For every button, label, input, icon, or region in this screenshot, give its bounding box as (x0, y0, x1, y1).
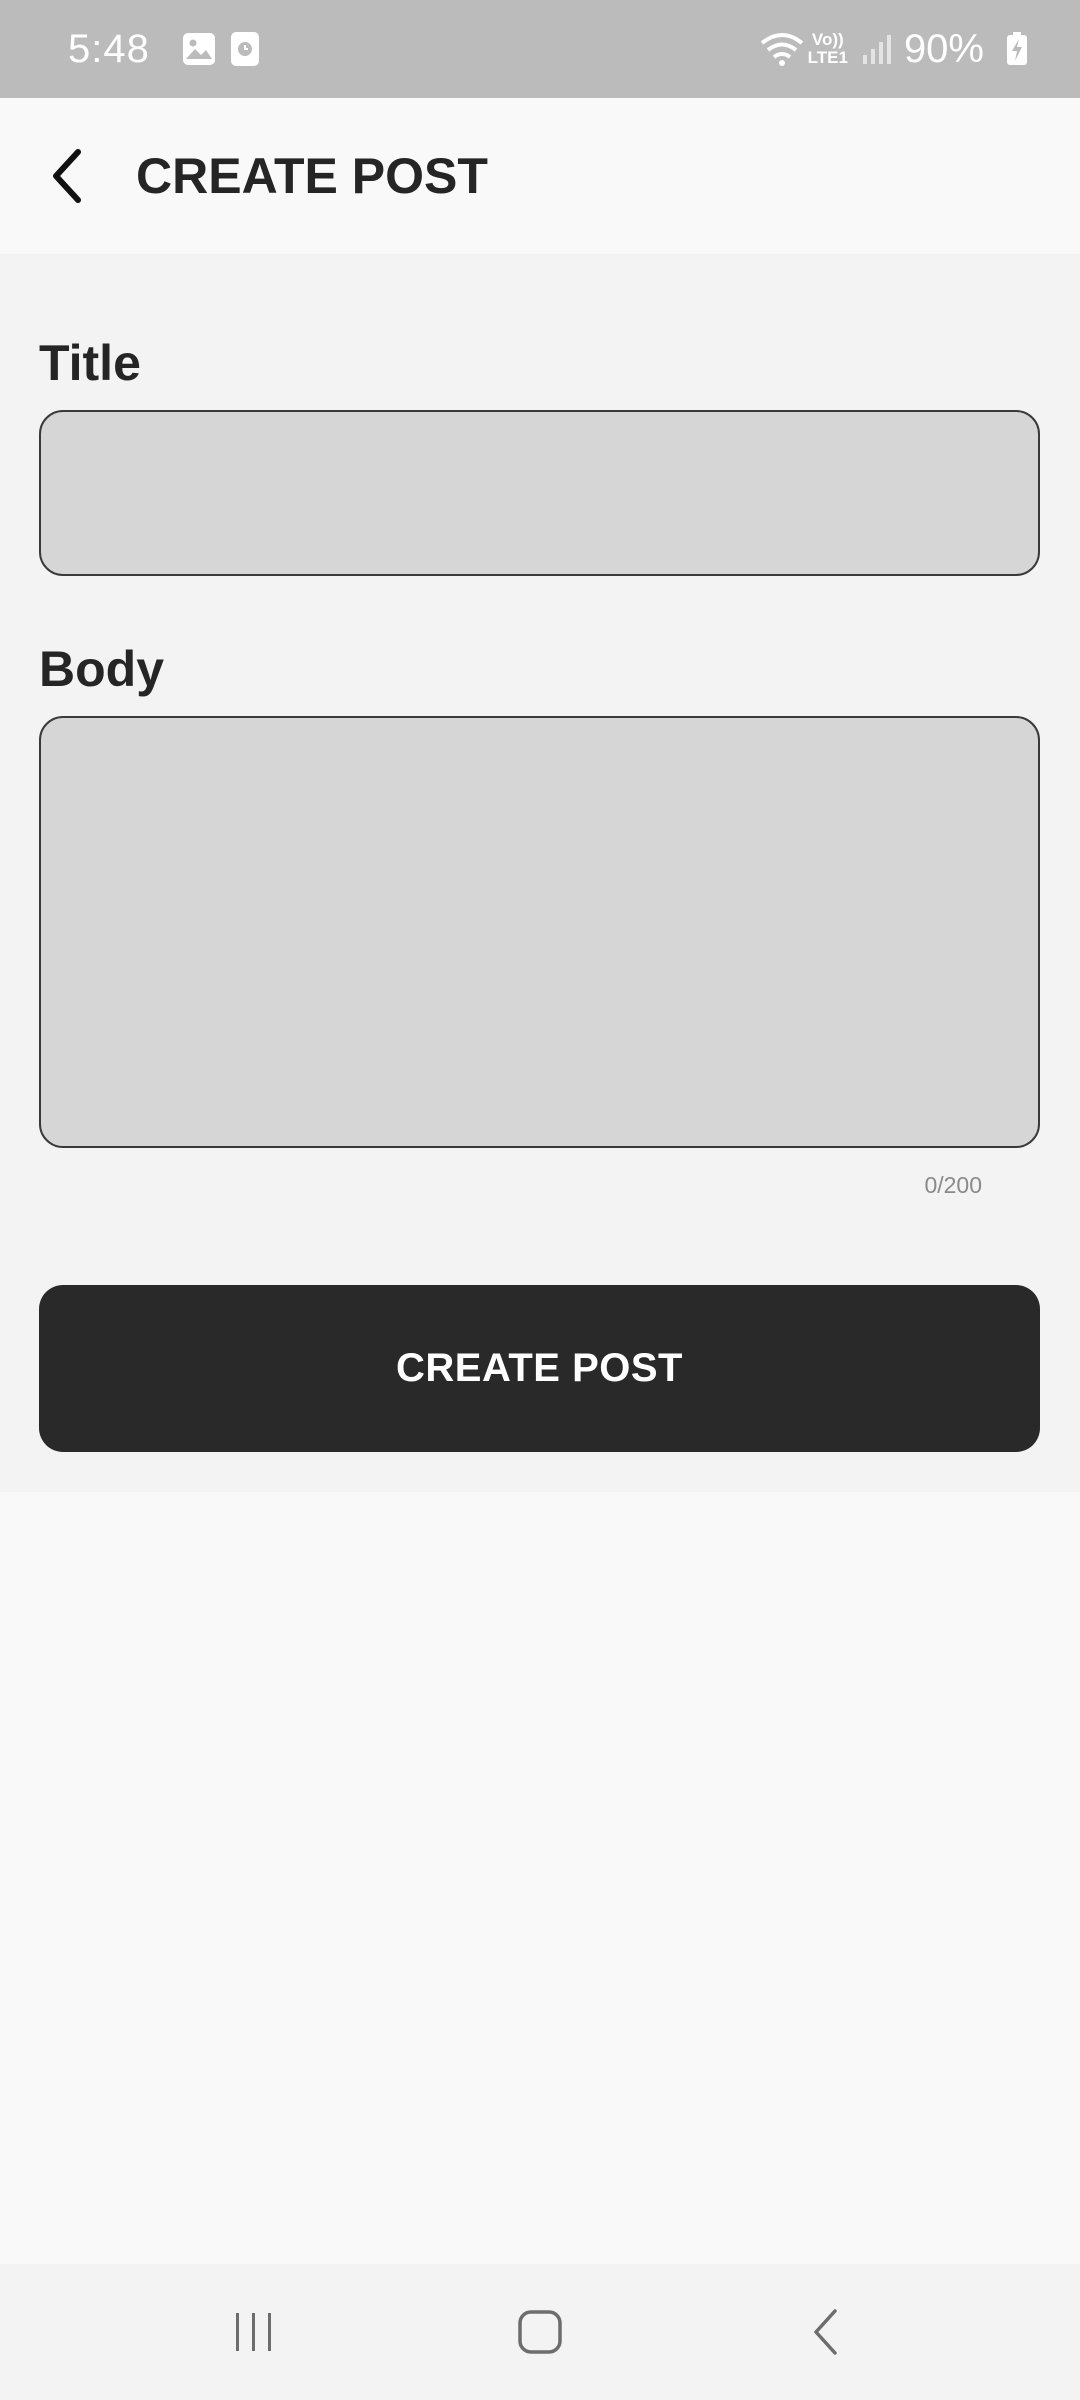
recent-apps-icon (236, 2313, 272, 2351)
status-left: 5:48 (68, 27, 260, 72)
lte-label: LTE1 (807, 48, 848, 67)
body-input[interactable] (39, 716, 1040, 1148)
nav-back-button[interactable] (767, 2282, 887, 2382)
battery-charging-icon (1006, 32, 1028, 66)
status-right: Vo)) LTE1 90% (746, 27, 1028, 72)
home-icon (518, 2310, 562, 2354)
body-label: Body (39, 641, 164, 697)
system-nav-bar (0, 2264, 1080, 2400)
char-counter: 0/200 (924, 1172, 982, 1198)
app-bar: CREATE POST (0, 98, 1080, 254)
back-button[interactable] (22, 131, 112, 221)
create-post-form: Title Body 0/200 CREATE POST (0, 254, 1080, 1492)
home-button[interactable] (480, 2282, 600, 2382)
back-icon (813, 2309, 837, 2355)
signal-icon (862, 33, 892, 65)
chevron-left-icon (53, 149, 81, 203)
recent-apps-button[interactable] (193, 2282, 313, 2382)
wifi-icon (760, 31, 804, 67)
volte-label: Vo)) (811, 30, 844, 49)
network-badge: Vo)) LTE1 (808, 31, 848, 67)
status-bar: 5:48 Vo)) LTE1 90% (0, 0, 1080, 98)
gallery-icon (182, 32, 216, 66)
status-time: 5:48 (68, 26, 150, 71)
page-title: CREATE POST (136, 148, 488, 204)
clock-notification-icon (230, 31, 260, 67)
battery-percent: 90% (903, 26, 984, 71)
title-label: Title (39, 335, 141, 391)
create-post-button[interactable]: CREATE POST (39, 1285, 1040, 1452)
title-input[interactable] (39, 410, 1040, 576)
